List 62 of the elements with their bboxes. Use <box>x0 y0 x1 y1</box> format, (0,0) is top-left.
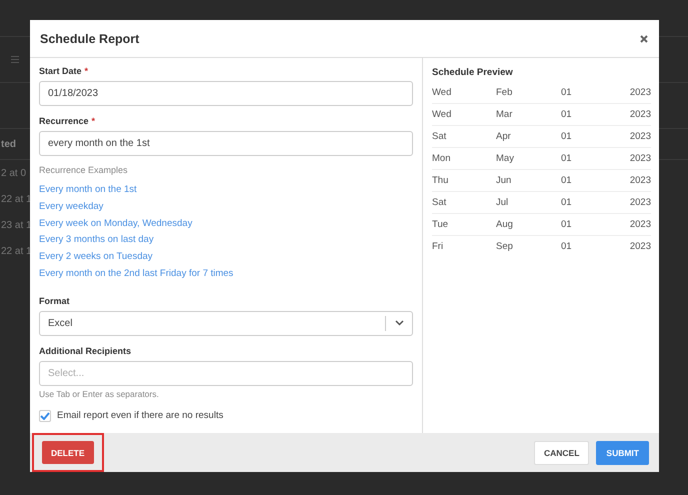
table-cell-text: 2023 <box>628 153 651 164</box>
table-cell-text: 01 <box>561 241 573 252</box>
table-cell-text: Feb <box>496 87 514 98</box>
table-cell-text: Thu <box>432 175 450 186</box>
checkbox[interactable] <box>39 410 51 422</box>
field-hint: Use Tab or Enter as separators. <box>39 388 160 399</box>
checkbox-label: Email report even if there are no results <box>57 410 224 422</box>
table-cell-text: 2023 <box>628 87 651 98</box>
table-cell: 2 at 0 <box>1 168 26 178</box>
delete-button[interactable]: DELETE <box>42 441 94 464</box>
close-icon[interactable] <box>640 34 648 42</box>
table-cell-text: Fri <box>432 241 444 252</box>
table-cell-text: Jun <box>496 175 512 186</box>
recipients-field[interactable]: Select... <box>39 360 413 386</box>
table-cell-text: 01 <box>561 153 573 164</box>
table-cell-text: Aug <box>496 219 514 230</box>
table-cell-text: Mar <box>496 109 514 120</box>
examples-heading: Recurrence Examples <box>39 165 129 175</box>
table-cell-text: 01 <box>561 109 573 120</box>
table-cell-text: Sat <box>432 131 448 142</box>
table-cell-text: May <box>496 153 515 164</box>
column-header: ted <box>1 138 16 150</box>
table-cell-text: 2023 <box>628 175 651 186</box>
table-cell-text: 2023 <box>628 241 651 252</box>
cancel-button[interactable]: CANCEL <box>534 440 590 464</box>
dialog-title: Schedule Report <box>40 32 140 46</box>
table-cell-text: Sat <box>432 197 448 208</box>
table-cell-text: 01 <box>561 197 573 208</box>
table-cell-text: 01 <box>561 219 573 230</box>
table-cell-text: 01 <box>561 131 573 142</box>
field-label: Format <box>39 296 70 306</box>
table-cell-text: Wed <box>432 87 452 98</box>
submit-button[interactable]: SUBMIT <box>596 440 649 464</box>
example-link[interactable]: Every month on the 1st <box>39 184 137 195</box>
table-cell-text: 2023 <box>628 131 651 142</box>
example-link[interactable]: Every weekday <box>39 200 104 212</box>
table-cell-text: 2023 <box>628 219 651 230</box>
table-cell-text: Tue <box>432 219 450 230</box>
table-cell-text: 01 <box>561 175 573 186</box>
table-cell-text: Jul <box>496 197 510 208</box>
example-link[interactable]: Every 3 months on last day <box>39 234 154 246</box>
table-cell-text: 2023 <box>628 197 651 208</box>
table-cell-text: Mon <box>432 153 452 164</box>
table-cell-text: Wed <box>432 109 452 120</box>
example-link[interactable]: Every month on the 2nd last Friday for 7 times <box>39 268 234 279</box>
table-cell-text: Sep <box>496 241 514 252</box>
field-label: Start Date <box>39 66 82 76</box>
field-label: Recurrence <box>39 116 89 126</box>
required-marker: * <box>84 66 88 76</box>
start-date-field[interactable]: 01/18/2023 <box>39 81 413 106</box>
example-link[interactable]: Every week on Monday, Wednesday <box>39 218 192 229</box>
chevron-down-icon <box>395 320 404 326</box>
table-cell-text: 01 <box>561 87 573 98</box>
recurrence-field[interactable]: every month on the 1st <box>39 131 413 156</box>
required-marker: * <box>92 116 96 126</box>
menu-icon <box>11 56 19 63</box>
preview-heading: Schedule Preview <box>432 67 514 78</box>
field-label: Additional Recipients <box>39 346 132 356</box>
table-cell-text: Apr <box>496 131 512 142</box>
table-cell-text: 2023 <box>628 109 651 120</box>
format-select[interactable]: Excel <box>39 310 413 336</box>
example-link[interactable]: Every 2 weeks on Tuesday <box>39 251 153 262</box>
